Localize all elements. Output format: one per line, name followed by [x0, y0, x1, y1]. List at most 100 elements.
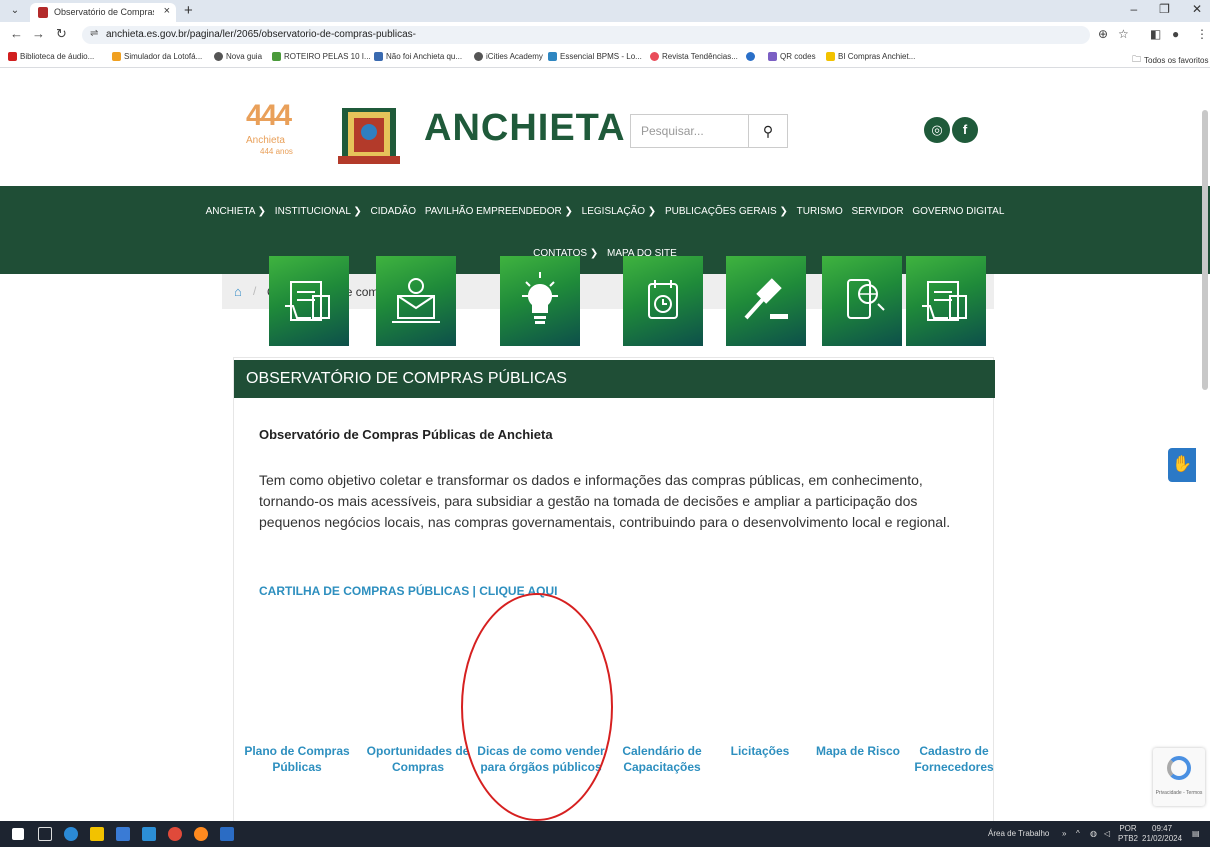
bookmark-item[interactable]: Essencial BPMS - Lo...	[548, 52, 642, 61]
url-text[interactable]: anchieta.es.gov.br/pagina/ler/2065/obser…	[106, 29, 416, 40]
forward-icon[interactable]: →	[32, 26, 45, 41]
phone-globe-icon	[847, 279, 885, 319]
volume-icon[interactable]: ◁	[1104, 829, 1110, 838]
bookmark-item[interactable]: QR codes	[768, 52, 816, 61]
profile-icon[interactable]: ●	[1172, 27, 1179, 41]
search-button[interactable]: ⚲	[748, 114, 788, 148]
calendar-clock-icon	[648, 280, 678, 319]
tile-label-cadastro[interactable]: Cadastro de Fornecedores	[894, 743, 1014, 775]
tab-search-chevron-icon[interactable]: ⌄	[8, 4, 22, 18]
lottery-icon	[112, 52, 121, 61]
language-indicator[interactable]: POR PTB2	[1118, 824, 1138, 844]
instagram-icon[interactable]: ◎	[924, 117, 950, 143]
bookmark-item[interactable]: ROTEIRO PELAS 10 I...	[272, 52, 371, 61]
anniversary-logo[interactable]: 444 Anchieta 444 anos	[246, 99, 316, 169]
qr-icon	[768, 52, 777, 61]
globe-icon	[214, 52, 223, 61]
tile-oportunidades[interactable]	[376, 256, 456, 371]
nav-item-pavilhao[interactable]: PAVILHÃO EMPREENDEDOR ❯	[425, 206, 573, 217]
coat-of-arms-icon	[338, 108, 400, 164]
nav-item-turismo[interactable]: TURISMO	[797, 206, 843, 217]
edge-icon[interactable]	[64, 827, 78, 841]
address-bar-row: ← → ↻ ⇌ anchieta.es.gov.br/pagina/ler/20…	[0, 22, 1210, 48]
notifications-icon[interactable]: ▤	[1192, 829, 1200, 838]
task-view-icon[interactable]	[38, 827, 52, 841]
nav-row-1: ANCHIETA ❯ INSTITUCIONAL ❯ CIDADÃO PAVIL…	[0, 206, 1210, 217]
tab-close-icon[interactable]: ×	[164, 5, 170, 17]
facebook-icon[interactable]: f	[952, 117, 978, 143]
bookmark-item[interactable]: iCities Academy	[474, 52, 543, 61]
bookmark-item[interactable]: Nova guia	[214, 52, 262, 61]
file-explorer-icon[interactable]	[90, 827, 104, 841]
close-window-icon[interactable]: ✕	[1192, 2, 1202, 16]
firefox-icon[interactable]	[194, 827, 208, 841]
browser-tab-bar: ⌄ Observatório de Compras Públi × + – ❐ …	[0, 0, 1210, 22]
search-input[interactable]: Pesquisar...	[630, 114, 748, 148]
bookmark-item[interactable]: Revista Tendências...	[650, 52, 738, 61]
back-icon[interactable]: ←	[10, 26, 23, 41]
tile-cadastro[interactable]	[906, 256, 986, 371]
recaptcha-badge[interactable]: Privacidade - Termos	[1153, 748, 1205, 806]
recaptcha-icon	[1167, 756, 1191, 780]
tile-mapa-de-risco[interactable]	[822, 256, 902, 371]
desktop-label[interactable]: Área de Trabalho	[988, 829, 1049, 838]
nav-item-legislacao[interactable]: LEGISLAÇÃO ❯	[582, 206, 657, 217]
bookmark-item[interactable]: Biblioteca de áudio...	[8, 52, 94, 61]
site-icon	[374, 52, 383, 61]
restore-icon[interactable]: ❐	[1159, 2, 1170, 16]
chrome-icon[interactable]	[168, 827, 182, 841]
tile-label-oportunidades[interactable]: Oportunidades de Compras	[353, 743, 483, 775]
zoom-icon[interactable]: ⊕	[1098, 27, 1108, 41]
mail-icon[interactable]	[142, 827, 156, 841]
bookmark-item[interactable]: Simulador da Lotofá...	[112, 52, 202, 61]
highlight-circle	[461, 593, 613, 821]
bookmark-item[interactable]	[746, 52, 755, 61]
new-tab-button[interactable]: +	[184, 2, 193, 19]
accessibility-hand-icon[interactable]: ✋	[1168, 448, 1196, 482]
gavel-icon	[744, 278, 788, 320]
overflow-chevron-icon[interactable]: »	[1062, 829, 1066, 838]
clock[interactable]: 09:47 21/02/2024	[1142, 824, 1182, 844]
reload-icon[interactable]: ↻	[56, 26, 67, 42]
minimize-icon[interactable]: –	[1130, 2, 1137, 16]
cartilha-link[interactable]: CARTILHA DE COMPRAS PÚBLICAS | CLIQUE AQ…	[259, 584, 557, 598]
bookmark-item[interactable]: Não foi Anchieta qu...	[374, 52, 462, 61]
word-icon[interactable]	[220, 827, 234, 841]
site-title[interactable]: ANCHIETA	[424, 107, 626, 150]
chrome-app-icon	[746, 52, 755, 61]
browser-tab-active[interactable]: Observatório de Compras Públi ×	[30, 3, 176, 22]
network-icon[interactable]: ◍	[1090, 829, 1097, 838]
tile-calendario[interactable]	[623, 256, 703, 371]
document-cart-icon	[922, 281, 967, 321]
nav-item-institucional[interactable]: INSTITUCIONAL ❯	[275, 206, 362, 217]
logo-years: 444 anos	[260, 147, 293, 156]
bookmarks-folder[interactable]: 🗀 Todos os favoritos	[1132, 52, 1209, 68]
bookmark-item[interactable]: BI Compras Anchiet...	[826, 52, 915, 61]
tab-title: Observatório de Compras Públi	[54, 7, 154, 17]
tile-plano-de-compras[interactable]	[269, 256, 349, 371]
tile-dicas[interactable]	[500, 256, 580, 371]
home-icon[interactable]: ⌂	[234, 284, 242, 299]
lightbulb-icon	[522, 272, 558, 324]
tile-licitacoes[interactable]	[726, 256, 806, 371]
tile-label-plano[interactable]: Plano de Compras Públicas	[232, 743, 362, 775]
site-info-icon[interactable]: ⇌	[90, 28, 98, 39]
nav-item-anchieta[interactable]: ANCHIETA ❯	[206, 206, 266, 217]
tray-up-icon[interactable]: ^	[1076, 829, 1080, 838]
page-scrollbar[interactable]	[1202, 110, 1208, 390]
windows-taskbar: Área de Trabalho » ^ ◍ ◁ POR PTB2 09:47 …	[0, 821, 1210, 847]
side-panel-icon[interactable]: ◧	[1150, 27, 1161, 41]
nav-item-governo-digital[interactable]: GOVERNO DIGITAL	[912, 206, 1004, 217]
browser-menu-icon[interactable]: ⋮	[1196, 27, 1208, 41]
nav-item-servidor[interactable]: SERVIDOR	[852, 206, 904, 217]
nav-item-publicacoes[interactable]: PUBLICAÇÕES GERAIS ❯	[665, 206, 788, 217]
laptop-user-icon	[392, 278, 440, 323]
powerbi-icon	[826, 52, 835, 61]
document-cart-icon	[285, 281, 330, 321]
content-subtitle: Observatório de Compras Públicas de Anch…	[259, 427, 553, 442]
url-bar[interactable]: ⇌ anchieta.es.gov.br/pagina/ler/2065/obs…	[82, 26, 1090, 44]
bookmark-star-icon[interactable]: ☆	[1118, 27, 1129, 41]
store-icon[interactable]	[116, 827, 130, 841]
windows-start-icon[interactable]	[12, 828, 24, 840]
nav-item-cidadao[interactable]: CIDADÃO	[370, 206, 416, 217]
